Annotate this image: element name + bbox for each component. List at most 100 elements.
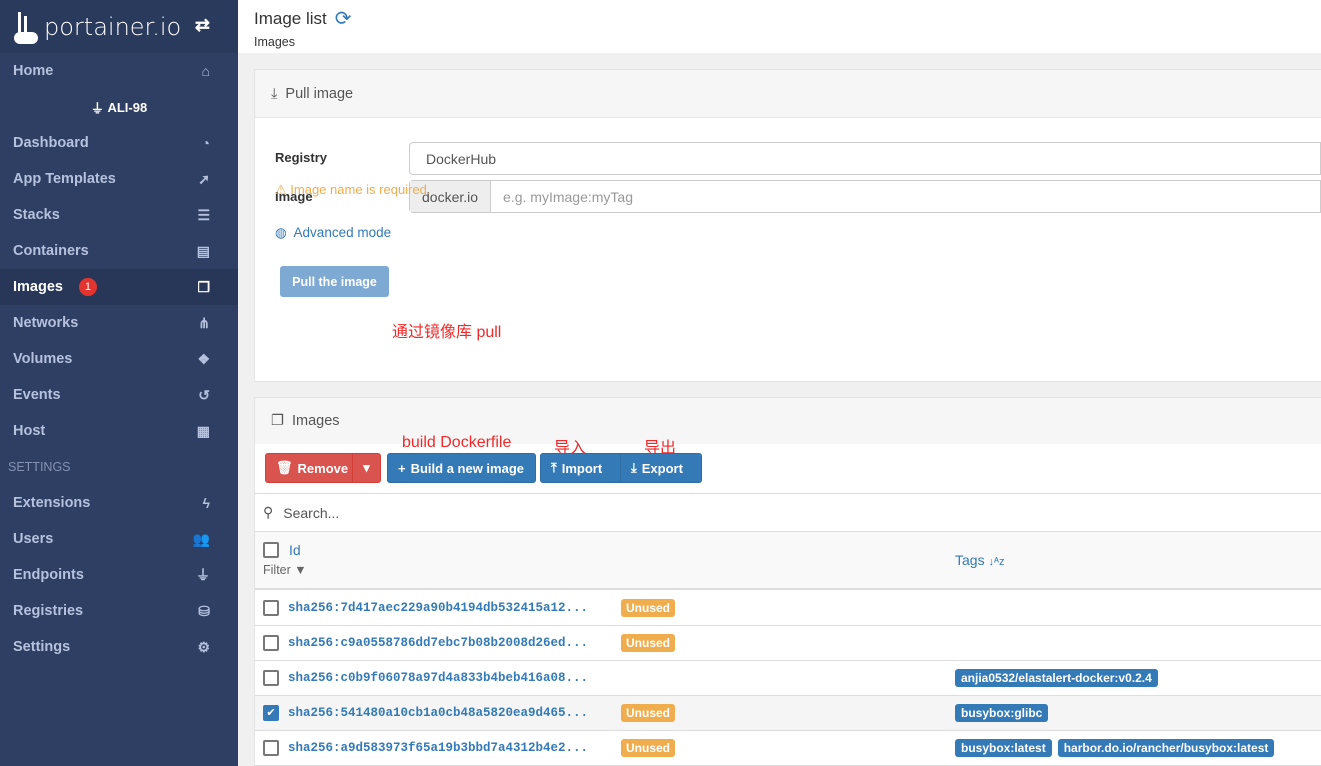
images-panel: ❐ Images build Dockerfile 导入 导出 🗑 Remove ▾… <box>254 397 1321 766</box>
sidebar-item-app-templates[interactable]: App Templates ➚ <box>0 161 238 197</box>
sidebar-item-label: Users <box>13 531 54 547</box>
server-icon: ▤ <box>196 242 210 259</box>
table-row[interactable]: sha256:c9a0558786dd7ebc7b08b2008d26ed...… <box>255 626 1321 661</box>
sidebar-item-images[interactable]: Images 1 ❐ <box>0 269 238 305</box>
column-tags[interactable]: Tags ↓ᴬz <box>955 552 1004 568</box>
sidebar-item-label: Dashboard <box>13 135 89 151</box>
column-id[interactable]: Id <box>289 542 301 558</box>
notification-badge: 1 <box>78 278 97 296</box>
plug-icon: ⏚ <box>196 567 210 583</box>
import-button[interactable]: ⤒ Import <box>540 453 621 483</box>
table-row[interactable]: sha256:c0b9f06078a97d4a833b4beb416a08...… <box>255 661 1321 696</box>
advanced-mode-link[interactable]: ◍ Advanced mode <box>275 225 391 241</box>
table-row[interactable]: sha256:a9d583973f65a19b3bbd7a4312b4e2...… <box>255 731 1321 766</box>
build-image-button[interactable]: + Build a new image <box>387 453 536 483</box>
image-id-link[interactable]: sha256:c0b9f06078a97d4a833b4beb416a08... <box>288 671 588 685</box>
annotation-build: build Dockerfile <box>402 434 512 451</box>
image-id-link[interactable]: sha256:c9a0558786dd7ebc7b08b2008d26ed... <box>288 636 588 650</box>
pull-image-button[interactable]: Pull the image <box>280 266 389 297</box>
clone-icon: ❐ <box>197 278 210 295</box>
download-icon: ⤓ <box>631 460 637 475</box>
rocket-icon: ➚ <box>198 170 210 187</box>
plug-icon: ⏚ <box>90 100 108 116</box>
sidebar-item-label: Registries <box>13 603 84 619</box>
sitemap-icon: ⋔ <box>198 314 210 331</box>
image-tag: busybox:glibc <box>955 704 1049 722</box>
breadcrumb: Images <box>254 35 295 49</box>
registry-select[interactable]: DockerHub <box>409 142 1321 175</box>
download-icon: ⤓ <box>271 85 278 102</box>
remove-dropdown-toggle[interactable]: ▾ <box>352 453 381 483</box>
sidebar-item-containers[interactable]: Containers ▤ <box>0 233 238 269</box>
sidebar-item-label: Host <box>13 423 46 439</box>
image-input[interactable]: e.g. myImage:myTag <box>491 189 633 205</box>
filter-button[interactable]: Filter ▼ <box>263 563 307 577</box>
image-id-link[interactable]: sha256:7d417aec229a90b4194db532415a12... <box>288 601 588 615</box>
sort-alpha-icon: ↓ᴬz <box>988 556 1005 568</box>
row-checkbox[interactable] <box>263 635 279 651</box>
sidebar-item-label: App Templates <box>13 171 116 187</box>
upload-icon: ⤒ <box>551 460 557 475</box>
sidebar-item-label: Volumes <box>13 351 73 367</box>
settings-section-label: SETTINGS <box>8 460 71 474</box>
database-icon: ⛁ <box>198 602 210 619</box>
endpoint-name: ⏚ ALI-98 <box>0 89 238 125</box>
sidebar-item-extensions[interactable]: Extensions ϟ <box>0 485 238 521</box>
select-all-checkbox[interactable] <box>263 542 279 558</box>
row-checkbox[interactable]: ✔ <box>263 705 279 721</box>
sidebar-item-label: Events <box>13 387 61 403</box>
sidebar-item-label: Containers <box>13 243 89 259</box>
table-row[interactable]: ✔ sha256:541480a10cb1a0cb48a5820ea9d465..… <box>255 696 1321 731</box>
filter-label: Filter <box>263 563 291 577</box>
bolt-icon: ϟ <box>202 495 210 511</box>
row-checkbox[interactable] <box>263 670 279 686</box>
sidebar-item-label: Settings <box>13 639 71 655</box>
search-bar: ⚲ Search... <box>255 493 1321 532</box>
caret-down-icon: ▾ <box>363 460 370 475</box>
endpoint-label: ALI-98 <box>107 99 148 115</box>
logo[interactable]: portainer.io ⇄ <box>0 0 238 53</box>
portainer-logo-icon <box>12 10 40 44</box>
remove-label: Remove <box>297 460 349 476</box>
table-row[interactable]: sha256:7d417aec229a90b4194db532415a12...… <box>255 591 1321 626</box>
sidebar-item-users[interactable]: Users 👥 <box>0 521 238 557</box>
sidebar-item-label: Stacks <box>13 207 60 223</box>
search-icon: ⚲ <box>263 504 274 520</box>
row-checkbox[interactable] <box>263 740 279 756</box>
panel-title: Pull image <box>285 85 354 102</box>
sidebar-item-networks[interactable]: Networks ⋔ <box>0 305 238 341</box>
sidebar-item-endpoints[interactable]: Endpoints ⏚ <box>0 557 238 593</box>
search-input[interactable]: Search... <box>283 505 339 521</box>
sidebar-item-settings[interactable]: Settings ⚙ <box>0 629 238 665</box>
th-icon: ▦ <box>196 422 210 439</box>
sidebar: portainer.io ⇄ Home ⌂ ⏚ ALI-98 Dashboard ◔… <box>0 0 238 766</box>
export-button[interactable]: ⤓ Export <box>620 453 702 483</box>
image-id-link[interactable]: sha256:541480a10cb1a0cb48a5820ea9d465... <box>288 706 588 720</box>
sidebar-item-stacks[interactable]: Stacks ☰ <box>0 197 238 233</box>
sidebar-item-host[interactable]: Host ▦ <box>0 413 238 449</box>
refresh-icon[interactable]: ⟳ <box>335 6 352 31</box>
sidebar-item-events[interactable]: Events ↺ <box>0 377 238 413</box>
validation-warning: ⚠ Image name is required. <box>275 182 431 197</box>
trash-icon: 🗑 <box>276 460 293 475</box>
tags-label: Tags <box>955 552 985 568</box>
remove-button[interactable]: 🗑 Remove <box>265 453 353 483</box>
history-icon: ↺ <box>198 386 210 403</box>
logo-text: portainer.io <box>44 12 182 41</box>
plus-icon: + <box>398 460 406 476</box>
toggle-sidebar-icon[interactable]: ⇄ <box>195 15 210 36</box>
registry-label: Registry <box>275 150 328 165</box>
sidebar-item-home[interactable]: Home ⌂ <box>0 53 238 89</box>
sidebar-item-dashboard[interactable]: Dashboard ◔ <box>0 125 238 161</box>
sidebar-item-registries[interactable]: Registries ⛁ <box>0 593 238 629</box>
globe-icon: ◍ <box>275 225 287 240</box>
image-tag: anjia0532/elastalert-docker:v0.2.4 <box>955 669 1158 687</box>
page-header: Image list ⟳ Images <box>238 0 1321 53</box>
sidebar-item-volumes[interactable]: Volumes ❖ <box>0 341 238 377</box>
image-id-link[interactable]: sha256:a9d583973f65a19b3bbd7a4312b4e2... <box>288 741 588 755</box>
image-tag: harbor.do.io/rancher/busybox:latest <box>1057 739 1275 757</box>
row-checkbox[interactable] <box>263 600 279 616</box>
sidebar-item-label: Endpoints <box>13 567 84 583</box>
build-label: Build a new image <box>410 460 525 476</box>
filter-icon: ▼ <box>294 563 307 577</box>
